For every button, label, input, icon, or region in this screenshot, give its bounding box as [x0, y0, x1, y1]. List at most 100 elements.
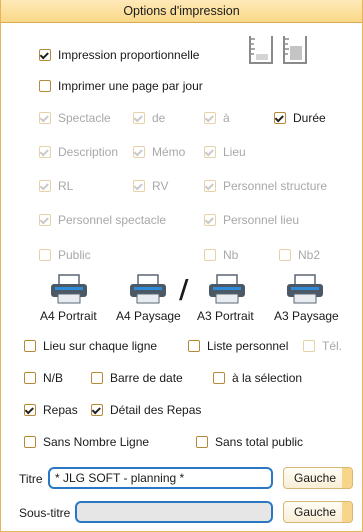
option-liste-personnel[interactable]: Liste personnel: [188, 338, 288, 354]
printer-a3-paysage-icon[interactable]: [285, 274, 325, 304]
liste-personnel-label: Liste personnel: [207, 339, 289, 353]
option-nb-bw[interactable]: N/B: [24, 370, 63, 386]
col-rl[interactable]: RL: [39, 178, 73, 194]
proportionnelle-label: Impression proportionnelle: [58, 48, 200, 62]
sous-titre-label: Sous-titre: [19, 506, 71, 520]
a-la-selection-checkbox[interactable]: [213, 372, 225, 384]
titre-input[interactable]: [48, 467, 273, 489]
lieu-checkbox[interactable]: [204, 146, 216, 158]
page-par-jour-checkbox[interactable]: [39, 80, 51, 92]
col-memo[interactable]: Mémo: [133, 144, 185, 160]
proportionnelle-checkbox[interactable]: [39, 49, 51, 61]
public-checkbox[interactable]: [39, 249, 51, 261]
personnel-spectacle-label: Personnel spectacle: [58, 213, 167, 227]
option-sans-nombre-ligne[interactable]: Sans Nombre Ligne: [24, 434, 149, 450]
public-label: Public: [58, 248, 91, 262]
memo-label: Mémo: [152, 145, 186, 159]
personnel-lieu-label: Personnel lieu: [223, 213, 300, 227]
a-checkbox[interactable]: [204, 112, 216, 124]
printer-a4-paysage-icon[interactable]: [128, 274, 168, 304]
personnel-lieu-checkbox[interactable]: [204, 214, 216, 226]
option-barre-date[interactable]: Barre de date: [91, 370, 183, 386]
barre-date-label: Barre de date: [110, 371, 183, 385]
sans-nombre-ligne-checkbox[interactable]: [24, 436, 36, 448]
rl-label: RL: [58, 179, 74, 193]
window-title: Options d'impression: [1, 0, 362, 23]
glass-half-icon[interactable]: [282, 34, 308, 66]
description-checkbox[interactable]: [39, 146, 51, 158]
page-par-jour-label: Imprimer une page par jour: [58, 79, 203, 93]
option-proportionnelle[interactable]: Impression proportionnelle: [39, 47, 199, 63]
col-nb[interactable]: Nb: [204, 247, 238, 263]
col-de[interactable]: de: [133, 110, 165, 126]
print-options-window: Options d'impression Impression proporti…: [0, 0, 363, 532]
personnel-structure-checkbox[interactable]: [204, 180, 216, 192]
de-label: de: [152, 111, 166, 125]
personnel-structure-label: Personnel structure: [223, 179, 328, 193]
option-sans-total-public[interactable]: Sans total public: [196, 434, 303, 450]
option-detail-repas[interactable]: Détail des Repas: [91, 402, 201, 418]
titre-align-button[interactable]: Gauche: [283, 467, 353, 489]
detail-repas-label: Détail des Repas: [110, 403, 202, 417]
lieu-chaque-ligne-checkbox[interactable]: [24, 340, 36, 352]
col-spectacle[interactable]: Spectacle: [39, 110, 111, 126]
a-la-selection-label: à la sélection: [232, 371, 303, 385]
col-a[interactable]: à: [204, 110, 230, 126]
sans-total-public-label: Sans total public: [215, 435, 304, 449]
lieu-chaque-ligne-label: Lieu sur chaque ligne: [43, 339, 158, 353]
option-page-par-jour[interactable]: Imprimer une page par jour: [39, 78, 203, 94]
rv-label: RV: [152, 179, 169, 193]
repas-checkbox[interactable]: [24, 404, 36, 416]
nb2-label: Nb2: [298, 248, 321, 262]
a3-portrait-label[interactable]: A3 Portrait: [197, 309, 254, 323]
de-checkbox[interactable]: [133, 112, 145, 124]
option-tel[interactable]: Tél.: [303, 338, 342, 354]
printer-a4-portrait-icon[interactable]: [49, 274, 89, 304]
description-label: Description: [58, 145, 119, 159]
nb-checkbox[interactable]: [204, 249, 216, 261]
a3-paysage-label[interactable]: A3 Paysage: [274, 309, 339, 323]
nb-bw-label: N/B: [43, 371, 64, 385]
col-description[interactable]: Description: [39, 144, 118, 160]
lieu-label: Lieu: [223, 145, 246, 159]
col-nb2[interactable]: Nb2: [279, 247, 320, 263]
sous-titre-align-button[interactable]: Gauche: [283, 501, 353, 523]
titre-label: Titre: [19, 472, 43, 486]
option-a-la-selection[interactable]: à la sélection: [213, 370, 302, 386]
col-duree[interactable]: Durée: [274, 110, 326, 126]
a4-paysage-label[interactable]: A4 Paysage: [116, 309, 181, 323]
barre-date-checkbox[interactable]: [91, 372, 103, 384]
col-personnel-structure[interactable]: Personnel structure: [204, 178, 327, 194]
sans-nombre-ligne-label: Sans Nombre Ligne: [43, 435, 150, 449]
glass-empty-icon[interactable]: [248, 34, 274, 66]
format-separator: /: [179, 275, 189, 305]
spectacle-checkbox[interactable]: [39, 112, 51, 124]
liste-personnel-checkbox[interactable]: [188, 340, 200, 352]
tel-checkbox[interactable]: [303, 340, 315, 352]
col-personnel-spectacle[interactable]: Personnel spectacle: [39, 212, 166, 228]
printer-a3-portrait-icon[interactable]: [207, 274, 247, 304]
rl-checkbox[interactable]: [39, 180, 51, 192]
nb2-checkbox[interactable]: [279, 249, 291, 261]
detail-repas-checkbox[interactable]: [91, 404, 103, 416]
sous-titre-input[interactable]: [75, 501, 273, 523]
personnel-spectacle-checkbox[interactable]: [39, 214, 51, 226]
col-lieu[interactable]: Lieu: [204, 144, 246, 160]
duree-label: Durée: [293, 111, 326, 125]
spectacle-label: Spectacle: [58, 111, 111, 125]
option-lieu-chaque-ligne[interactable]: Lieu sur chaque ligne: [24, 338, 157, 354]
a-label: à: [223, 111, 230, 125]
col-public[interactable]: Public: [39, 247, 91, 263]
repas-label: Repas: [43, 403, 78, 417]
option-repas[interactable]: Repas: [24, 402, 78, 418]
memo-checkbox[interactable]: [133, 146, 145, 158]
duree-checkbox[interactable]: [274, 112, 286, 124]
rv-checkbox[interactable]: [133, 180, 145, 192]
sans-total-public-checkbox[interactable]: [196, 436, 208, 448]
a4-portrait-label[interactable]: A4 Portrait: [40, 309, 97, 323]
nb-bw-checkbox[interactable]: [24, 372, 36, 384]
nb-label: Nb: [223, 248, 239, 262]
col-personnel-lieu[interactable]: Personnel lieu: [204, 212, 299, 228]
col-rv[interactable]: RV: [133, 178, 168, 194]
tel-label: Tél.: [322, 339, 343, 353]
